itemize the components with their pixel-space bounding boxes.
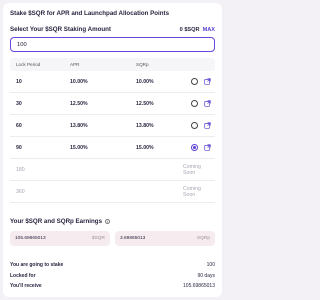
apr-cell: 15.00%	[70, 144, 88, 151]
summary-row-stake: You are going to stake 100	[10, 262, 215, 268]
sqr-unit: $SQR	[91, 236, 105, 241]
radio-icon[interactable]	[191, 78, 198, 85]
period-cell: 360	[16, 188, 25, 195]
sqrp-cell: 12.50%	[136, 100, 154, 107]
balance-text: 0 $SQR	[179, 26, 200, 33]
receive-value: 105.69865013	[183, 283, 215, 289]
sqrp-earnings-box: 3.69865013 SQRp	[115, 231, 215, 246]
sqrp-cell: 15.00%	[136, 144, 154, 151]
external-link-icon[interactable]	[204, 122, 211, 129]
lock-period-table: Lock Period APR SQRp 10 10.00% 10.00% 30…	[10, 58, 215, 203]
coming-soon-label: Coming Soon	[183, 163, 201, 176]
stake-value: 100	[206, 262, 215, 268]
header-lock-period: Lock Period	[16, 62, 41, 67]
sqr-earnings-box: 105.69865013 $SQR	[10, 231, 110, 246]
radio-selected-icon[interactable]	[191, 144, 198, 151]
coming-soon-label: Coming Soon	[183, 185, 201, 198]
apr-cell: 10.00%	[70, 78, 88, 85]
period-cell: 180	[16, 166, 25, 173]
table-row[interactable]: 90 15.00% 15.00%	[10, 137, 215, 159]
header-sqrp: SQRp	[136, 62, 149, 67]
apr-cell: 12.50%	[70, 100, 88, 107]
table-row[interactable]: 30 12.50% 12.50%	[10, 93, 215, 115]
period-cell: 60	[16, 122, 22, 129]
table-row[interactable]: 60 13.80% 13.80%	[10, 115, 215, 137]
staking-panel: Stake $SQR for APR and Launchpad Allocat…	[3, 3, 222, 297]
summary-row-receive: You'll receive 105.69865013	[10, 283, 215, 289]
table-row: 360 Coming Soon	[10, 181, 215, 203]
max-button[interactable]: MAX	[203, 27, 215, 33]
earnings-row: 105.69865013 $SQR 3.69865013 SQRp	[10, 231, 215, 246]
balance-group: 0 $SQR MAX	[180, 27, 215, 33]
sqrp-cell: 10.00%	[136, 78, 154, 85]
table-row: 180 Coming Soon	[10, 159, 215, 181]
amount-label: Select Your $SQR Staking Amount	[10, 26, 111, 33]
sqrp-cell: 13.80%	[136, 122, 154, 129]
apr-cell: 13.80%	[70, 122, 88, 129]
sqrp-unit: SQRp	[196, 236, 210, 241]
table-header: Lock Period APR SQRp	[10, 58, 215, 71]
external-link-icon[interactable]	[204, 78, 211, 85]
earnings-heading: Your $SQR and SQRp Earnings i	[10, 218, 215, 225]
stake-amount-input[interactable]: 100	[10, 37, 215, 52]
stake-summary: You are going to stake 100 Locked for 90…	[10, 262, 215, 289]
receive-label: You'll receive	[10, 283, 42, 289]
period-cell: 30	[16, 100, 22, 107]
period-cell: 90	[16, 144, 22, 151]
radio-icon[interactable]	[191, 100, 198, 107]
external-link-icon[interactable]	[204, 100, 211, 107]
period-cell: 10	[16, 78, 22, 85]
summary-row-locked: Locked for 90 days	[10, 273, 215, 279]
radio-icon[interactable]	[191, 122, 198, 129]
locked-value: 90 days	[197, 272, 215, 279]
earnings-title: Your $SQR and SQRp Earnings	[10, 218, 103, 225]
info-icon[interactable]: i	[105, 219, 111, 224]
header-apr: APR	[70, 62, 80, 67]
locked-label: Locked for	[10, 272, 36, 279]
table-row[interactable]: 10 10.00% 10.00%	[10, 71, 215, 93]
external-link-icon[interactable]	[204, 144, 211, 151]
stake-label: You are going to stake	[10, 262, 64, 268]
amount-row: Select Your $SQR Staking Amount 0 $SQR M…	[10, 26, 215, 33]
page-title: Stake $SQR for APR and Launchpad Allocat…	[10, 10, 170, 17]
sqrp-earnings-value: 3.69865013	[120, 236, 146, 241]
sqr-earnings-value: 105.69865013	[15, 236, 46, 241]
